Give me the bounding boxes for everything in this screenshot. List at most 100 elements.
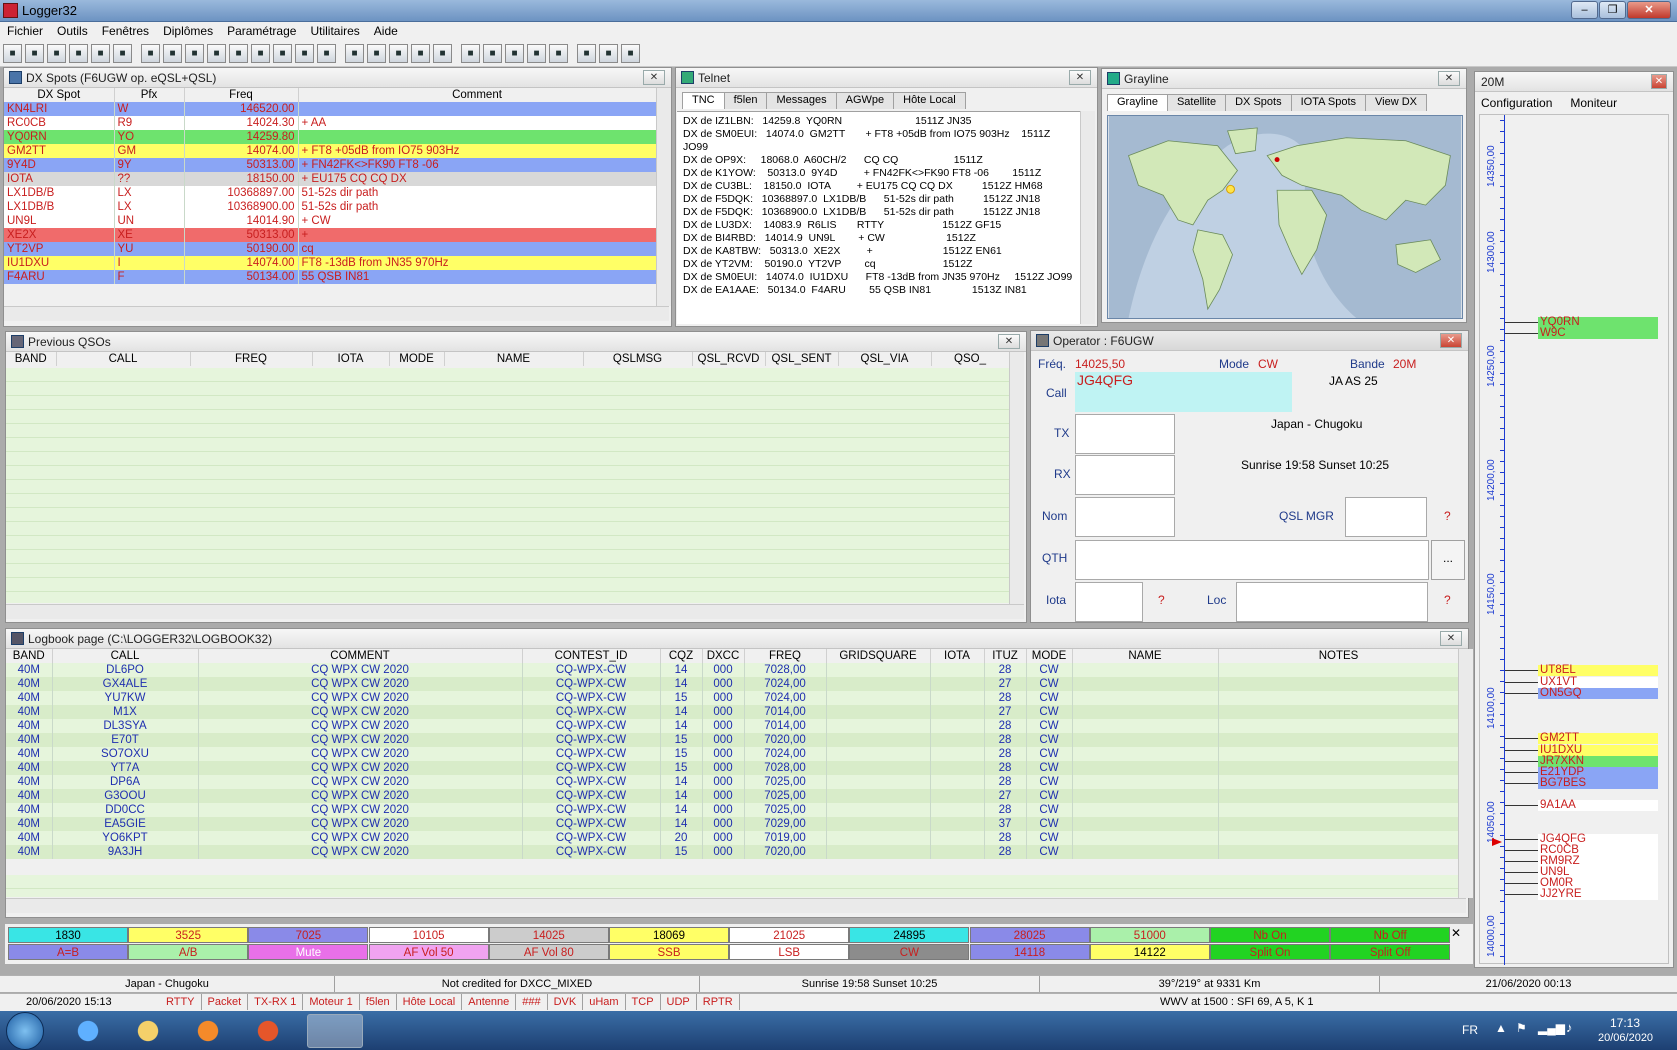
loc-input[interactable] bbox=[1236, 582, 1428, 622]
dx-spot-row[interactable]: KN4LRI W 146520.00 bbox=[4, 102, 657, 116]
band-button[interactable]: AF Vol 50 bbox=[368, 944, 489, 960]
menu-item-2[interactable]: Fenêtres bbox=[95, 22, 156, 41]
clock-date[interactable]: 20/06/2020 bbox=[1598, 1032, 1653, 1044]
text-icon[interactable]: ■ bbox=[317, 44, 336, 63]
ie-icon[interactable] bbox=[60, 1014, 116, 1048]
logbook-col-header[interactable]: NAME bbox=[1072, 649, 1219, 663]
prev-qso-col-header[interactable]: FREQ bbox=[190, 352, 313, 366]
status-indicator[interactable]: TX-RX 1 bbox=[248, 994, 304, 1010]
telnet-tab[interactable]: Hôte Local bbox=[893, 92, 966, 109]
dx-col-header[interactable]: DX Spot bbox=[4, 88, 115, 102]
status-indicator[interactable]: Packet bbox=[202, 994, 249, 1010]
bandmap-spot[interactable]: GM2TT bbox=[1538, 732, 1658, 744]
bandmap-spot[interactable]: 9A1AA bbox=[1538, 799, 1658, 811]
menu-item-4[interactable]: Paramétrage bbox=[220, 22, 303, 41]
sliders-icon[interactable]: ■ bbox=[599, 44, 618, 63]
language-indicator[interactable]: FR bbox=[1462, 1023, 1478, 1037]
status-indicator[interactable]: uHam bbox=[583, 994, 626, 1010]
qsl-mgr-input[interactable] bbox=[1345, 497, 1427, 537]
status-indicator[interactable]: UDP bbox=[661, 994, 697, 1010]
logbook-row[interactable]: 40M DP6A CQ WPX CW 2020 CQ-WPX-CW 14 000 7025,… bbox=[6, 775, 1460, 789]
status-indicator[interactable]: RPTR bbox=[697, 994, 740, 1010]
logbook-row[interactable]: 40M DL6PO CQ WPX CW 2020 CQ-WPX-CW 14 000 7028… bbox=[6, 663, 1460, 677]
dx-spot-row[interactable]: F4ARU F 50134.00 55 QSB IN81 bbox=[4, 270, 657, 284]
logbook-row[interactable]: 40M DD0CC CQ WPX CW 2020 CQ-WPX-CW 14 000 7025… bbox=[6, 803, 1460, 817]
award-icon[interactable]: ■ bbox=[433, 44, 452, 63]
iota-lookup-button[interactable]: ? bbox=[1158, 593, 1165, 607]
open-icon[interactable]: ■ bbox=[25, 44, 44, 63]
logbook-row[interactable]: 40M DL3SYA CQ WPX CW 2020 CQ-WPX-CW 14 000 701… bbox=[6, 719, 1460, 733]
media-player-icon[interactable] bbox=[180, 1014, 236, 1048]
sync-icon[interactable]: ■ bbox=[549, 44, 568, 63]
clock-icon[interactable]: ■ bbox=[527, 44, 546, 63]
band-button[interactable]: 14122 bbox=[1089, 944, 1210, 960]
band-button[interactable]: 18069 bbox=[609, 927, 729, 943]
logbook-col-header[interactable]: NOTES bbox=[1218, 649, 1460, 663]
band-button[interactable]: 7025 bbox=[248, 927, 369, 943]
grayline-tab[interactable]: Grayline bbox=[1107, 94, 1168, 111]
band-button[interactable]: 51000 bbox=[1089, 927, 1210, 943]
bandmap-spot[interactable]: JJ2YRE bbox=[1538, 888, 1658, 900]
band-button[interactable]: Nb On bbox=[1210, 927, 1330, 943]
status-indicator[interactable]: RTTY bbox=[160, 994, 202, 1010]
logbook-row[interactable]: 40M YT7A CQ WPX CW 2020 CQ-WPX-CW 15 000 7028,… bbox=[6, 761, 1460, 775]
dx-spot-row[interactable]: XE2X XE 50313.00 + bbox=[4, 228, 657, 242]
logbook-col-header[interactable]: MODE bbox=[1026, 649, 1073, 663]
qsl-mgr-lookup-button[interactable]: ? bbox=[1444, 509, 1451, 523]
status-indicator[interactable]: TCP bbox=[626, 994, 661, 1010]
dx-spot-row[interactable]: UN9L UN 14014.90 + CW bbox=[4, 214, 657, 228]
band-button[interactable]: A=B bbox=[8, 944, 128, 960]
gear-icon[interactable]: ■ bbox=[185, 44, 204, 63]
map-icon[interactable]: ■ bbox=[229, 44, 248, 63]
radio-icon[interactable]: ■ bbox=[163, 44, 182, 63]
bandmap-spot[interactable]: UT8EL bbox=[1538, 664, 1658, 676]
status-indicator[interactable]: ### bbox=[516, 994, 548, 1010]
prev-qso-col-header[interactable]: QSO_ bbox=[931, 352, 1010, 366]
logbook-close-button[interactable]: ✕ bbox=[1440, 631, 1462, 646]
dx-spot-row[interactable]: LX1DB/B LX 10368900.00 51-52s dir path bbox=[4, 200, 657, 214]
calendar-icon[interactable]: ■ bbox=[505, 44, 524, 63]
dx-spot-row[interactable]: IOTA?? 18150.00 + EU175 CQ CQ DX bbox=[4, 172, 657, 186]
grayline-tab[interactable]: IOTA Spots bbox=[1290, 94, 1367, 111]
menu-item-3[interactable]: Diplômes bbox=[156, 22, 220, 41]
band-button[interactable]: 21025 bbox=[729, 927, 850, 943]
logbook-col-header[interactable]: ITUZ bbox=[984, 649, 1027, 663]
dx-col-header[interactable]: Comment bbox=[298, 88, 657, 102]
clock-time[interactable]: 17:13 bbox=[1610, 1016, 1640, 1030]
grayline-tab[interactable]: Satellite bbox=[1166, 94, 1227, 111]
bandmap-close-button[interactable]: ✕ bbox=[1651, 74, 1667, 89]
band-button[interactable]: Split On bbox=[1210, 944, 1330, 960]
start-button[interactable] bbox=[6, 1012, 44, 1050]
bandmap-spot[interactable]: ON5GQ bbox=[1538, 687, 1658, 699]
minimize-button[interactable]: – bbox=[1571, 1, 1598, 19]
logbook-col-header[interactable]: CQZ bbox=[660, 649, 703, 663]
menu-item-6[interactable]: Aide bbox=[367, 22, 405, 41]
dx-spot-row[interactable]: IU1DXU I 14074.00 FT8 -13dB from JN35 970Hz bbox=[4, 256, 657, 270]
doc-icon[interactable]: ■ bbox=[411, 44, 430, 63]
status-indicator[interactable]: DVK bbox=[548, 994, 584, 1010]
prev-qso-col-header[interactable]: QSLMSG bbox=[583, 352, 693, 366]
dx-spot-row[interactable]: YQ0RN YO 14259.80 bbox=[4, 130, 657, 144]
tab-configuration[interactable]: Configuration bbox=[1481, 96, 1552, 110]
dx-spots-hscroll[interactable] bbox=[4, 306, 669, 321]
volume-icon[interactable]: ♪ bbox=[1566, 1020, 1573, 1035]
filter-icon[interactable]: ■ bbox=[483, 44, 502, 63]
logbook-col-header[interactable]: GRIDSQUARE bbox=[826, 649, 931, 663]
logbook-col-header[interactable]: CONTEST_ID bbox=[522, 649, 661, 663]
menu-item-1[interactable]: Outils bbox=[50, 22, 95, 41]
prev-qso-col-header[interactable]: MODE bbox=[389, 352, 445, 366]
dx-spot-row[interactable]: YT2VP YU 50190.00 cq bbox=[4, 242, 657, 256]
grid-icon[interactable]: ■ bbox=[91, 44, 110, 63]
explorer-icon[interactable] bbox=[120, 1014, 176, 1048]
logbook-col-header[interactable]: IOTA bbox=[930, 649, 985, 663]
logbook-row[interactable]: 40M 9A3JH CQ WPX CW 2020 CQ-WPX-CW 15 000 7020… bbox=[6, 845, 1460, 859]
band-button[interactable]: Split Off bbox=[1330, 944, 1451, 960]
bandmap-spot[interactable]: BG7BES bbox=[1538, 777, 1658, 789]
band-button[interactable]: SSB bbox=[609, 944, 729, 960]
rotor-icon[interactable]: ■ bbox=[251, 44, 270, 63]
dx-spots-vscroll[interactable] bbox=[656, 88, 671, 306]
network-icon[interactable]: ▂▄▆ bbox=[1538, 1021, 1565, 1035]
previous-qsos-close-button[interactable]: ✕ bbox=[998, 334, 1020, 349]
logbook-hscroll[interactable] bbox=[6, 898, 1466, 913]
band-button[interactable]: 1830 bbox=[8, 927, 128, 943]
